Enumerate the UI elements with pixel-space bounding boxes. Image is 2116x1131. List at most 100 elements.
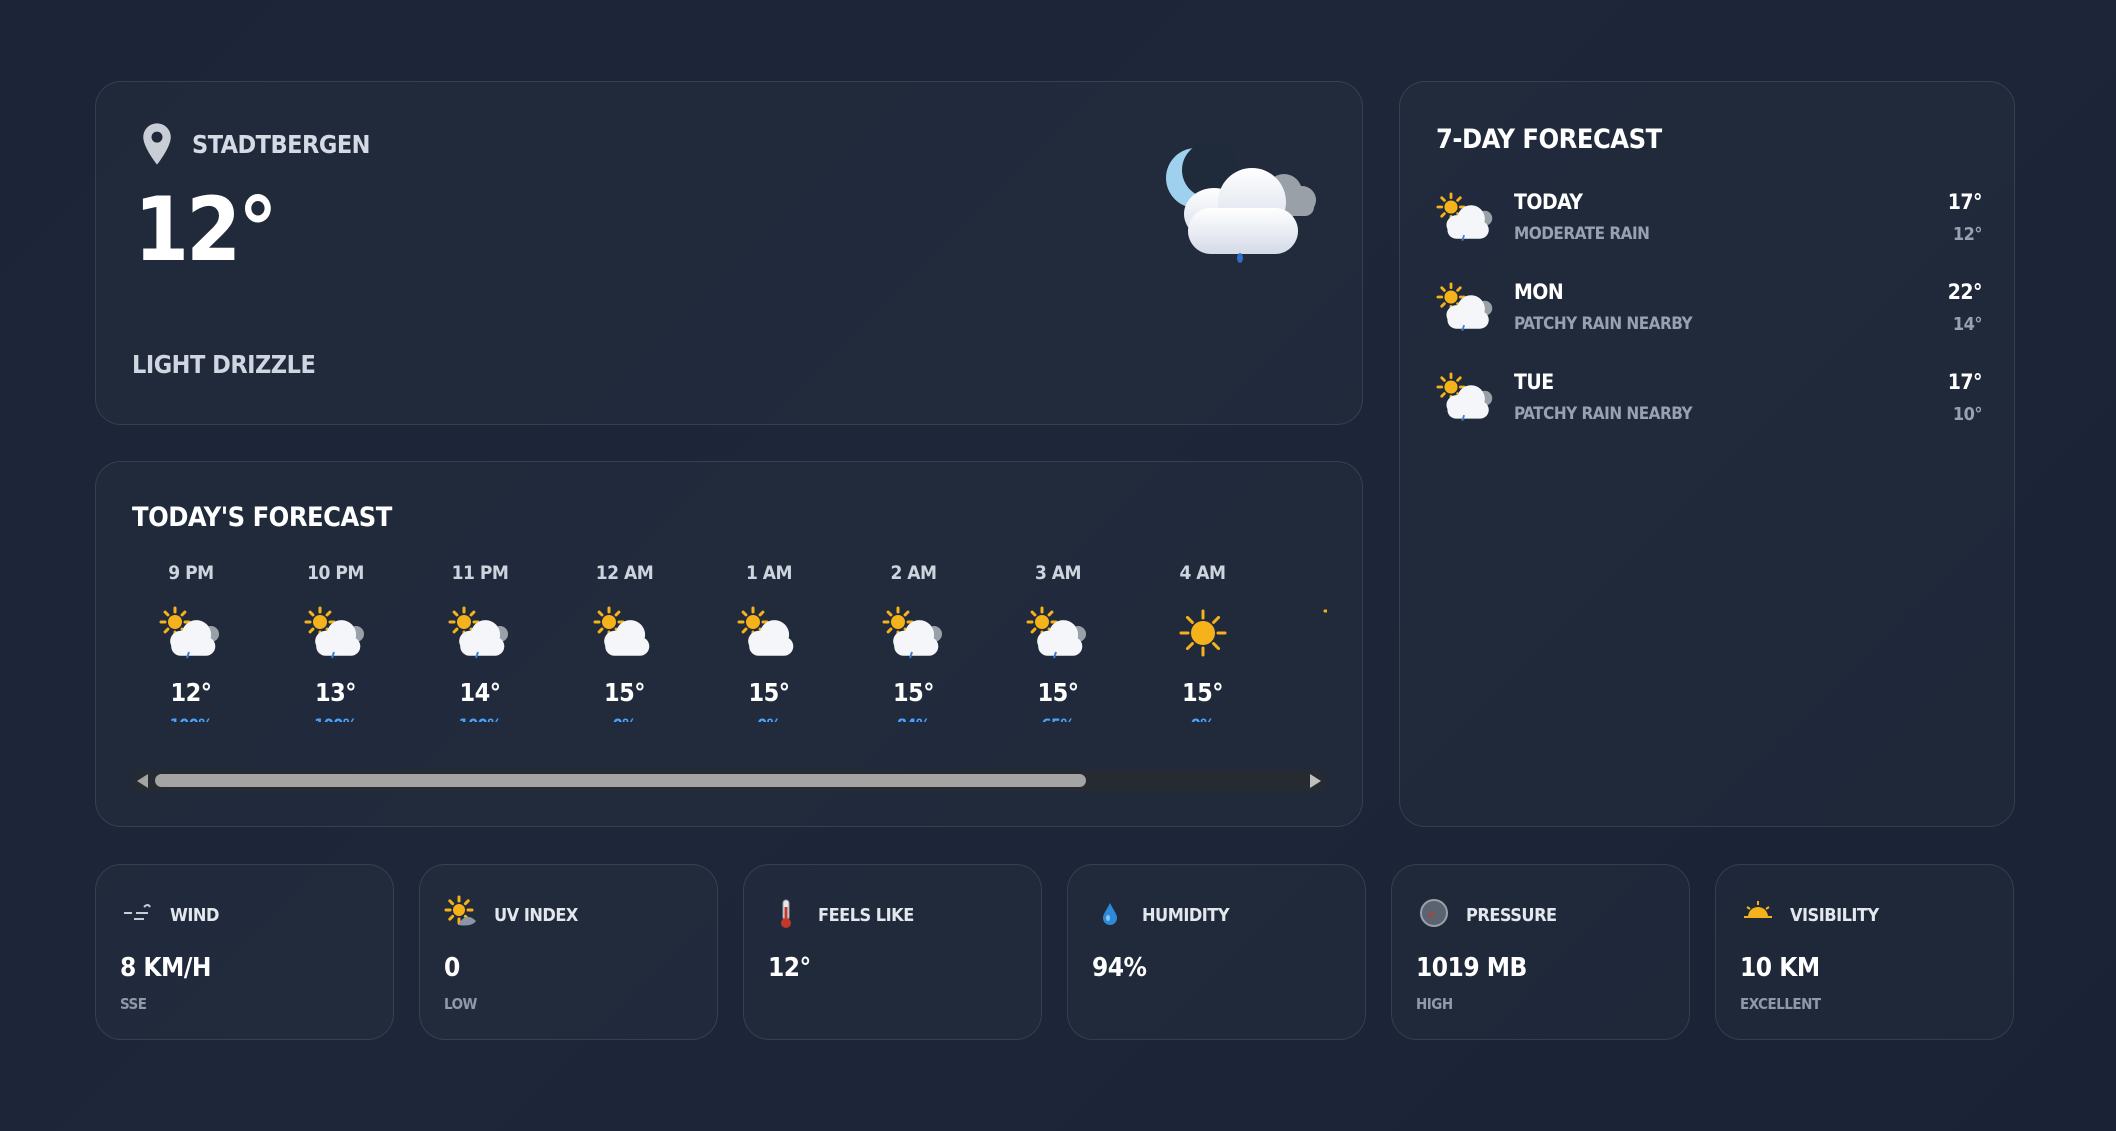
hourly-temperature: 15°: [748, 678, 790, 707]
hourly-rain-chance: 100%: [421, 715, 539, 722]
hourly-temperature: 12°: [170, 678, 212, 707]
hourly-rain-chance: 65%: [999, 715, 1117, 722]
day-high-temp: 17°: [1947, 370, 1983, 394]
stat-value: 0: [444, 953, 460, 983]
hourly-forecast-card: TODAY'S FORECAST 9 PM 12° 100%10 PM 13° …: [95, 461, 1363, 827]
stat-card-uv: UV INDEX 0 LOW: [419, 864, 718, 1040]
gauge-icon: [1416, 895, 1452, 935]
day-high-temp: 17°: [1947, 190, 1983, 214]
sun-cloud-rain-icon: [304, 606, 368, 660]
hourly-rain-chance: 0%: [710, 715, 828, 722]
hourly-temperature: 15°: [892, 678, 935, 707]
sun-icon: [1171, 606, 1235, 660]
stat-value: 1019 MB: [1416, 953, 1527, 983]
stat-label: WIND: [170, 904, 219, 926]
sun-cloud-rain-icon: [1436, 282, 1496, 334]
stat-header: WIND: [120, 895, 219, 935]
hourly-temperature: 15°: [1037, 678, 1079, 707]
location-pin-icon: [143, 123, 171, 165]
hourly-rain-chance: 100%: [277, 715, 395, 722]
stat-card-humidity: HUMIDITY 94%: [1067, 864, 1366, 1040]
day-low-temp: 12°: [1952, 224, 1983, 245]
uv-sun-icon: [444, 895, 480, 935]
stat-header: PRESSURE: [1416, 895, 1557, 935]
hourly-item: 3 AM 15° 65%: [999, 562, 1117, 722]
day-name: TODAY: [1514, 190, 1583, 214]
stat-card-feels: FEELS LIKE 12°: [743, 864, 1042, 1040]
stat-value: 8 KM/H: [120, 953, 211, 983]
stat-card-pressure: PRESSURE 1019 MB HIGH: [1391, 864, 1690, 1040]
sun-cloud-rain-icon: [1436, 192, 1496, 244]
stat-header: HUMIDITY: [1092, 895, 1230, 935]
scroll-right-arrow-icon[interactable]: [1310, 774, 1321, 788]
hourly-item: 1 AM 15° 0%: [710, 562, 828, 722]
sun-cloud-rain-icon: [159, 606, 223, 660]
stat-subtext: SSE: [120, 995, 147, 1013]
hourly-time: 11 PM: [451, 562, 509, 584]
seven-day-forecast-card: 7-DAY FORECAST TODAY MODERATE RAIN 17° 1…: [1399, 81, 2015, 827]
day-condition: PATCHY RAIN NEARBY: [1514, 314, 1693, 334]
hourly-temperature: 13°: [314, 678, 357, 707]
location-row: STADTBERGEN: [140, 122, 371, 166]
daily-forecast-row: MON PATCHY RAIN NEARBY 22° 14°: [1436, 276, 1983, 346]
sun-icon: [1315, 584, 1327, 638]
stat-value: 12°: [768, 953, 811, 983]
hourly-rain-chance: 0%: [566, 715, 684, 722]
hourly-time: 12 AM: [595, 562, 654, 584]
sunrise-icon: [1740, 895, 1776, 935]
stat-subtext: EXCELLENT: [1740, 995, 1821, 1013]
scrollbar-thumb[interactable]: [155, 774, 1086, 787]
hourly-rain-chance: 0%: [1144, 715, 1262, 722]
hourly-rain-chance: 84%: [855, 715, 973, 722]
current-weather-card: STADTBERGEN 12° LIGHT DRIZZLE: [95, 81, 1363, 425]
stat-value: 10 KM: [1740, 953, 1820, 983]
stat-label: PRESSURE: [1466, 904, 1557, 926]
hourly-scrollbar[interactable]: [133, 770, 1326, 791]
current-condition: LIGHT DRIZZLE: [132, 350, 316, 379]
stat-header: FEELS LIKE: [768, 895, 914, 935]
scroll-left-arrow-icon[interactable]: [137, 774, 148, 788]
stat-header: UV INDEX: [444, 895, 578, 935]
stat-label: HUMIDITY: [1142, 904, 1230, 926]
hourly-forecast-list[interactable]: 9 PM 12° 100%10 PM 13° 100%11 PM 14° 100…: [132, 562, 1327, 722]
stat-label: UV INDEX: [494, 904, 578, 926]
wind-icon: [120, 895, 156, 935]
day-low-temp: 14°: [1952, 314, 1983, 335]
hourly-rain-chance: 100%: [132, 715, 250, 722]
night-cloud-drizzle-icon: [1166, 144, 1316, 263]
stat-subtext: HIGH: [1416, 995, 1453, 1013]
seven-day-forecast-title: 7-DAY FORECAST: [1436, 124, 1662, 155]
sun-cloud-rain-icon: [1436, 372, 1496, 424]
hourly-time: 1 AM: [745, 562, 793, 584]
hourly-time: 10 PM: [307, 562, 364, 584]
stat-value: 94%: [1092, 953, 1147, 983]
hourly-temperature: 14°: [459, 678, 501, 707]
daily-forecast-row: TODAY MODERATE RAIN 17° 12°: [1436, 186, 1983, 256]
hourly-temperature: 15°: [603, 678, 646, 707]
day-high-temp: 22°: [1947, 280, 1983, 304]
hourly-time: 4 AM: [1179, 562, 1226, 584]
location-name: STADTBERGEN: [192, 129, 371, 159]
hourly-item: 12 AM 15° 0%: [566, 562, 684, 722]
hourly-temperature: 15°: [1181, 678, 1224, 707]
current-temperature: 12°: [134, 178, 278, 281]
sun-cloud-rain-icon: [1026, 606, 1090, 660]
stat-subtext: LOW: [444, 995, 477, 1013]
weather-dashboard: { "current": { "location": "STADTBERGEN"…: [0, 0, 2116, 1131]
stat-label: VISIBILITY: [1790, 904, 1879, 926]
sun-cloud-rain-icon: [448, 606, 512, 660]
stat-card-wind: WIND 8 KM/H SSE: [95, 864, 394, 1040]
hourly-item: 10 PM 13° 100%: [277, 562, 395, 722]
hourly-item: [1288, 562, 1327, 656]
sun-cloud-icon: [737, 606, 801, 660]
hourly-item: 2 AM 15° 84%: [855, 562, 973, 722]
hourly-time: 2 AM: [890, 562, 937, 584]
hourly-time: 3 AM: [1034, 562, 1082, 584]
stat-label: FEELS LIKE: [818, 904, 914, 926]
day-condition: PATCHY RAIN NEARBY: [1514, 404, 1693, 424]
day-name: TUE: [1514, 370, 1554, 394]
thermometer-icon: [768, 895, 804, 935]
day-condition: MODERATE RAIN: [1514, 224, 1650, 244]
daily-forecast-row: TUE PATCHY RAIN NEARBY 17° 10°: [1436, 366, 1983, 436]
sun-cloud-rain-icon: [882, 606, 946, 660]
